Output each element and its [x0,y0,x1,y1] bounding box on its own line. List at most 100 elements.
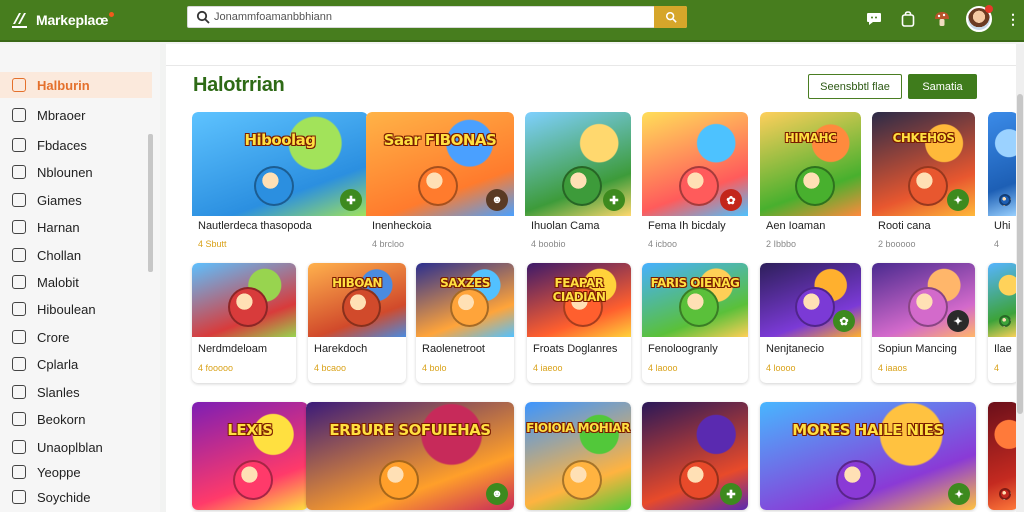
sidebar-item[interactable]: Malobit [0,269,152,295]
platform-badge-icon: ✦ [947,310,969,332]
game-meta: 4 boobio [531,239,566,249]
game-title: Harekdoch [314,343,368,355]
game-thumbnail: ✚ [642,402,748,510]
scrollbar-thumb[interactable] [1017,94,1023,414]
game-thumbnail [988,402,1016,510]
chat-icon[interactable] [864,9,884,29]
sidebar-item[interactable]: Nblounen [0,159,152,185]
game-card[interactable]: FEAPAR CIADIAN Froats Doglanres 4 iaeoo [527,263,631,383]
game-card[interactable]: ✚ Ihuolan Cama 4 boobio [525,112,631,262]
notification-dot [985,5,993,13]
pin-icon [12,302,26,316]
game-thumbnail: ✿ [642,112,748,216]
game-meta: 4 iaeoo [533,363,563,373]
game-title: Inenheckoia [372,220,432,232]
thumbnail-title: MORES HAILE NIES [792,421,944,440]
sidebar-item-label: Hiboulean [37,301,96,317]
sidebar-item[interactable]: Mbraoer [0,102,152,128]
primary-button[interactable]: Samatia [908,74,977,99]
thumbnail-title: Hiboolag [244,130,316,149]
character-illustration [835,460,876,500]
game-card[interactable]: Uhi 4 [988,112,1016,262]
game-card[interactable]: ERBURE SOFUIEHAS ☻ [306,402,514,510]
sidebar-item[interactable]: Fbdaces [0,132,152,158]
game-thumbnail: SAXZES [416,263,514,337]
game-card[interactable]: HIBOAN Harekdoch 4 bcaoo [308,263,406,383]
game-thumbnail: HIMAHC [760,112,861,216]
search-button[interactable] [654,6,687,28]
game-card[interactable]: ✦ Sopiun Mancing 4 iaaos [872,263,975,383]
sidebar-item-label: Halburin [37,77,90,93]
flag-icon [12,440,26,454]
thumbnail-title: ERBURE SOFUIEHAS [329,421,491,440]
game-card[interactable]: ✿ Fema Ih bicdaly 4 icboo [642,112,748,262]
page-title: Halotrrian [193,74,285,96]
sidebar-item[interactable]: Beokorn [0,406,152,432]
game-title: Uhi [994,220,1011,232]
search-bar [187,6,687,28]
game-meta: 4 Sbutt [198,239,227,249]
sidebar-item[interactable]: Unaoplblan [0,434,152,460]
platform-badge-icon: ✦ [947,189,969,211]
game-title: Aen Ioaman [766,220,826,232]
sidebar-item[interactable]: Slanles [0,379,152,405]
top-icons: ⋮ [864,5,1020,32]
sidebar-item[interactable]: Harnan [0,214,152,240]
game-thumbnail: Saar FIBONAS ☻ [366,112,514,216]
game-card[interactable]: FIOIOIA MOHIAR [525,402,631,510]
game-card[interactable]: Ilae 4 [988,263,1016,383]
character-illustration [998,488,1011,500]
game-card[interactable]: SAXZES Raolenetroot 4 bolo [416,263,514,383]
game-thumbnail: ✿ [760,263,861,337]
sidebar-item-label: Giames [37,192,82,208]
game-card[interactable]: MORES HAILE NIES ✦ [760,402,976,510]
platform-badge-icon: ✿ [833,310,855,332]
game-thumbnail: FEAPAR CIADIAN [527,263,631,337]
game-card[interactable]: ✚ [642,402,748,510]
sidebar-item[interactable]: Chollan [0,242,152,268]
sidebar-item-label: Slanles [37,384,80,400]
scrollbar[interactable] [1016,44,1024,512]
game-card[interactable]: ✿ Nenjtanecio 4 loooo [760,263,861,383]
game-card[interactable]: FARIS OIENAG Fenoloogranly 4 laooo [642,263,748,383]
shield-icon [12,357,26,371]
sidebar-item[interactable]: Cplarla [0,351,152,377]
mushroom-icon[interactable] [932,9,952,29]
game-card[interactable] [988,402,1016,510]
bag-icon[interactable] [898,9,918,29]
divider [166,65,1016,66]
game-title: Ihuolan Cama [531,220,600,232]
avatar[interactable] [966,5,993,32]
sidebar-item[interactable]: Halburin [0,72,152,98]
thumbnail-title: CHKEHOS [892,130,955,145]
sidebar-item[interactable]: Crore [0,324,152,350]
game-card[interactable]: CHKEHOS ✦ Rooti cana 2 booooo [872,112,975,262]
game-card[interactable]: Hiboolag ✚ Nautlerdeca thasopoda 4 Sbutt [192,112,368,262]
game-title: Froats Doglanres [533,343,618,355]
game-title: Sopiun Mancing [878,343,957,355]
sidebar-item-label: Crore [37,329,70,345]
sidebar-item-label: Unaoplblan [37,439,103,455]
game-card[interactable]: LEXIS [192,402,308,510]
sidebar-item-label: Malobit [37,274,79,290]
game-card[interactable]: Saar FIBONAS ☻ Inenheckoia 4 brcloo [366,112,514,262]
game-meta: 4 fooooo [198,363,234,373]
sidebar-scrollbar[interactable] [148,134,153,272]
secondary-button[interactable]: Seensbbtl flae [808,74,902,99]
game-thumbnail [192,263,296,337]
sidebar-item-label: Chollan [37,247,82,263]
sidebar-item[interactable]: Hiboulean [0,296,152,322]
more-icon[interactable]: ⋮ [1006,12,1020,26]
platform-badge-icon: ☻ [486,483,508,505]
game-card[interactable]: HIMAHC Aen Ioaman 2 Ibbbo [760,112,861,262]
search-input[interactable] [214,7,644,27]
game-title: Fenoloogranly [648,343,718,355]
thumbnail-title: Saar FIBONAS [383,130,497,149]
sidebar-item[interactable]: Giames [0,187,152,213]
app-logo[interactable]: Markeplaœ [10,10,180,30]
sidebar-item[interactable]: Yeoppe [0,459,152,485]
app-title: Markeplaœ [36,12,109,28]
sidebar-item[interactable]: Soychide [0,484,152,510]
game-card[interactable]: Nerdmdeloam 4 fooooo [192,263,296,383]
game-thumbnail [988,112,1016,216]
